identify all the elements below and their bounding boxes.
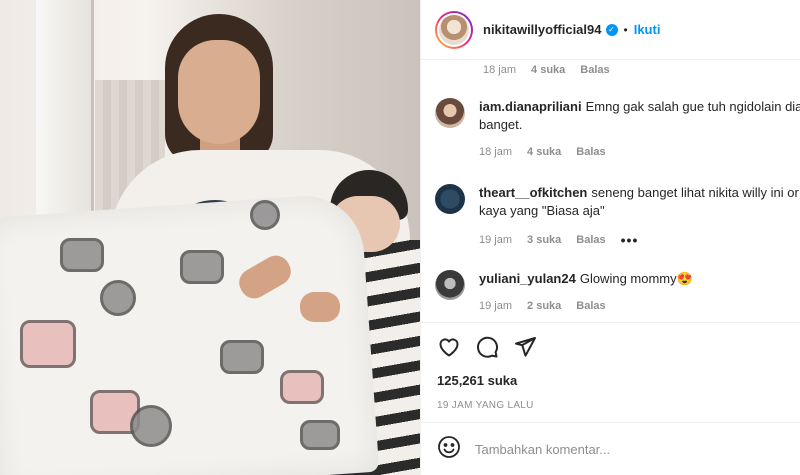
comment-likes[interactable]: 2 suka — [527, 300, 561, 312]
commenter-username[interactable]: yuliani_yulan24 — [479, 271, 576, 286]
emoji-icon[interactable] — [437, 435, 461, 464]
comments-list[interactable]: 18 jam 4 suka Balas iam.dianapriliani Emn… — [421, 60, 800, 322]
blanket-motif — [180, 250, 224, 284]
reply-button[interactable]: Balas — [576, 234, 605, 246]
comment-meta: 19 jam 2 suka Balas — [479, 300, 800, 312]
comment-time[interactable]: 18 jam — [479, 146, 512, 158]
author-username[interactable]: nikitawillyofficial94 — [483, 22, 602, 37]
post-actions: 125,261 suka 19 JAM YANG LALU — [421, 322, 800, 418]
blanket-motif — [130, 405, 172, 447]
blanket-motif — [220, 340, 264, 374]
commenter-username[interactable]: theart__ofkitchen — [479, 185, 587, 200]
likes-count[interactable]: 125,261 suka — [437, 373, 800, 388]
comment-meta: 19 jam 3 suka Balas ••• — [479, 232, 800, 248]
post-timestamp: 19 JAM YANG LALU — [437, 400, 534, 411]
comment-item: theart__ofkitchen seneng banget lihat nik… — [435, 184, 800, 248]
comment-input[interactable] — [475, 441, 775, 457]
more-options-icon[interactable]: ••• — [621, 232, 639, 248]
reply-button[interactable]: Balas — [580, 64, 609, 76]
photo-hand — [300, 292, 340, 322]
comment-icon[interactable] — [475, 335, 499, 359]
comment-item: yuliani_yulan24 Glowing mommy😍 19 jam 2 s… — [435, 270, 800, 312]
blanket-motif — [250, 200, 280, 230]
follow-button[interactable]: Ikuti — [634, 22, 661, 37]
comment-likes[interactable]: 4 suka — [531, 64, 565, 76]
reply-button[interactable]: Balas — [576, 300, 605, 312]
comment-likes[interactable]: 4 suka — [527, 146, 561, 158]
post-panel: nikitawillyofficial94 ✓ • Ikuti 18 jam 4… — [420, 0, 800, 475]
author-avatar[interactable] — [435, 10, 473, 49]
action-icons — [421, 323, 800, 359]
author-avatar-image — [437, 12, 471, 47]
emoji-heart-eyes: 😍 — [676, 271, 693, 286]
comment-time[interactable]: 18 jam — [483, 64, 516, 76]
comment-likes[interactable]: 3 suka — [527, 234, 561, 246]
blanket-motif — [100, 280, 136, 316]
heart-icon[interactable] — [437, 335, 461, 359]
blanket-motif — [300, 420, 340, 450]
comment-body: seneng banget lihat nikita willy ini or — [591, 185, 799, 200]
commenter-avatar[interactable] — [435, 98, 465, 128]
comment-text: yuliani_yulan24 Glowing mommy😍 — [479, 270, 800, 288]
comment-item: iam.dianapriliani Emng gak salah gue tuh … — [435, 98, 800, 158]
verified-icon: ✓ — [605, 23, 618, 36]
blanket-motif — [20, 320, 76, 368]
comment-time[interactable]: 19 jam — [479, 234, 512, 246]
blanket-motif — [280, 370, 324, 404]
add-comment-bar — [421, 422, 800, 475]
share-icon[interactable] — [513, 335, 537, 359]
commenter-avatar[interactable] — [435, 184, 465, 214]
comment-text: theart__ofkitchen seneng banget lihat nik… — [479, 184, 800, 202]
blanket-motif — [60, 238, 104, 272]
comment-body-continued: kaya yang "Biasa aja" — [479, 203, 605, 218]
comment-meta: 18 jam 4 suka Balas — [479, 146, 800, 158]
comment-meta: 18 jam 4 suka Balas — [483, 64, 610, 76]
photo-face — [178, 40, 260, 144]
reply-button[interactable]: Balas — [576, 146, 605, 158]
post-photo[interactable] — [0, 0, 420, 475]
comment-time[interactable]: 19 jam — [479, 300, 512, 312]
post-header: nikitawillyofficial94 ✓ • Ikuti — [421, 0, 800, 60]
comment-body: Emng gak salah gue tuh ngidolain dia — [585, 99, 800, 114]
comment-body-continued: banget. — [479, 117, 523, 132]
comment-text: iam.dianapriliani Emng gak salah gue tuh … — [479, 98, 800, 116]
comment-body: Glowing mommy — [579, 271, 677, 286]
commenter-username[interactable]: iam.dianapriliani — [479, 99, 582, 114]
separator-dot: • — [623, 22, 628, 37]
commenter-avatar[interactable] — [435, 270, 465, 300]
